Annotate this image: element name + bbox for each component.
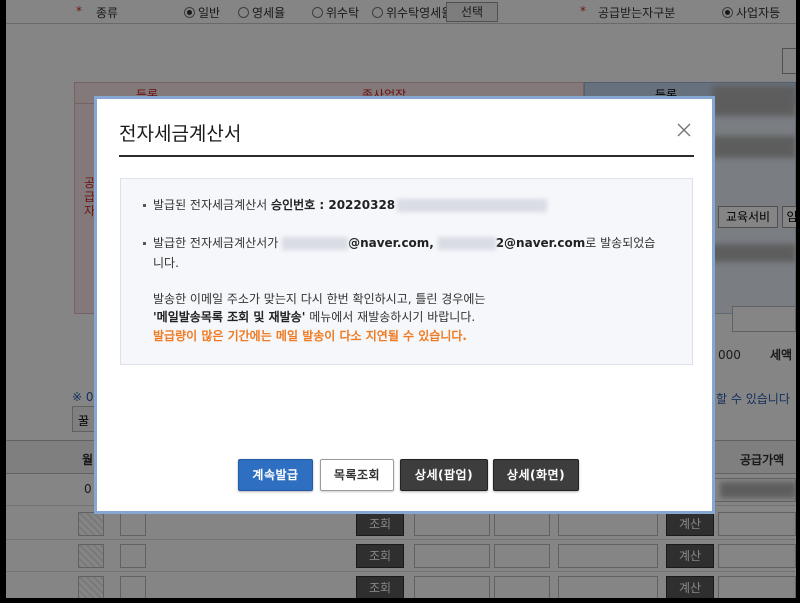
resend-menu-text: '메일발송목록 조회 및 재발송' 메뉴에서 재발송하시기 바랍니다. (153, 310, 476, 324)
list-view-button[interactable]: 목록조회 (320, 459, 394, 491)
detail-screen-button[interactable]: 상세(화면) (493, 459, 579, 491)
email-line-cont: 니다. (153, 256, 179, 270)
delay-warning: 발급량이 많은 기간에는 메일 발송이 다소 지연될 수 있습니다. (153, 329, 467, 343)
close-icon[interactable] (675, 121, 693, 139)
resend-menu-name: '메일발송목록 조회 및 재발송' (153, 310, 306, 324)
detail-popup-button[interactable]: 상세(팝업) (400, 459, 488, 491)
modal-title: 전자세금계산서 (119, 123, 242, 145)
bullet-icon (143, 242, 146, 245)
continue-issue-button[interactable]: 계속발급 (238, 459, 313, 491)
e-tax-invoice-modal: 전자세금계산서 발급된 전자세금계산서 승인번호 : 20220328 발급한 … (94, 96, 715, 514)
approval-number-masked (397, 199, 548, 212)
title-divider (119, 155, 694, 157)
approval-number: 20220328 (328, 198, 396, 212)
email2-masked (437, 237, 496, 250)
approval-line: 발급된 전자세금계산서 승인번호 : 20220328 (153, 197, 548, 213)
check-email-text: 발송한 이메일 주소가 맞는지 다시 한번 확인하시고, 틀린 경우에는 (153, 292, 486, 306)
email1-masked (282, 237, 349, 250)
bullet-icon (143, 204, 146, 207)
approval-label: 승인번호 : (271, 198, 329, 212)
info-box: 발급된 전자세금계산서 승인번호 : 20220328 발급한 전자세금계산서가… (120, 178, 693, 365)
email-line: 발급한 전자세금계산서가 @naver.com, 2@naver.com로 발송… (153, 236, 656, 250)
